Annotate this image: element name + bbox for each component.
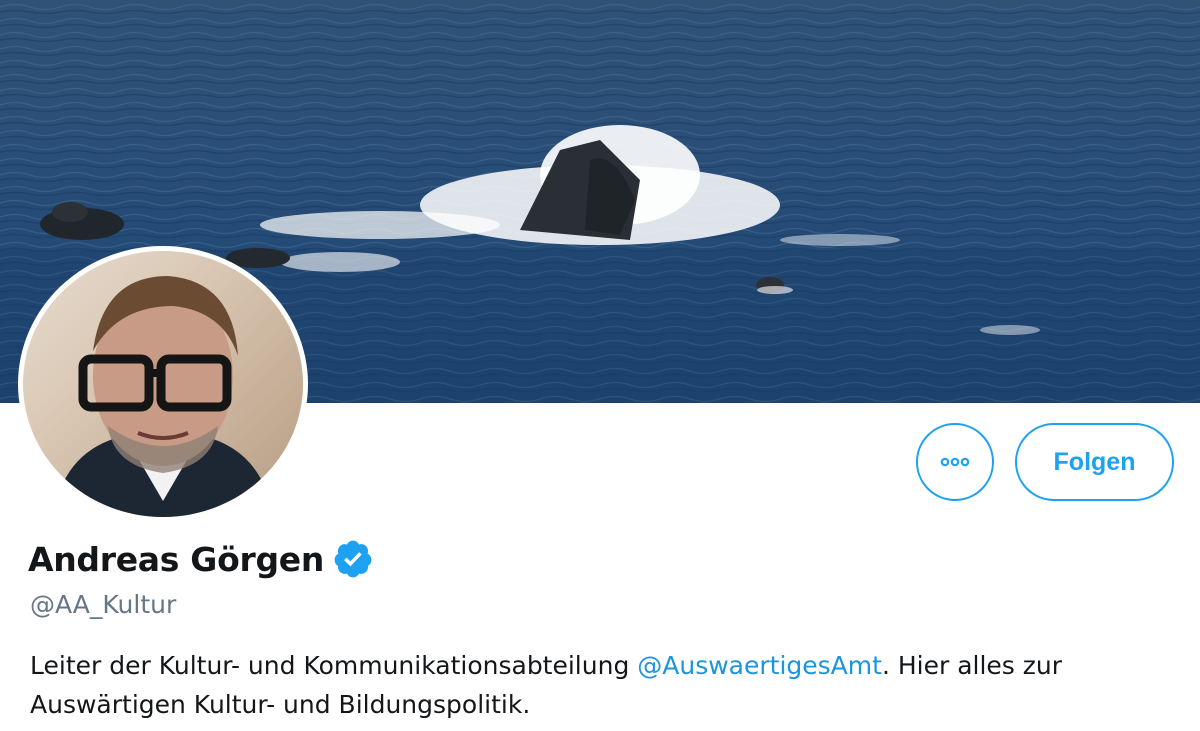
profile-handle: @AA_Kultur: [30, 590, 177, 619]
profile-name: Andreas Görgen: [28, 539, 325, 579]
follow-button[interactable]: Folgen: [1015, 423, 1174, 501]
profile-bio: Leiter der Kultur- und Kommunikationsabt…: [30, 646, 1170, 724]
verified-badge-icon: [332, 538, 374, 580]
profile-avatar[interactable]: [18, 246, 308, 522]
profile-photo: [23, 251, 303, 517]
more-options-button[interactable]: [916, 423, 994, 501]
bio-mention-link[interactable]: @AuswaertigesAmt: [637, 651, 882, 680]
profile-name-row: Andreas Görgen: [28, 538, 374, 580]
more-dots-icon: [940, 457, 970, 467]
bio-text-start: Leiter der Kultur- und Kommunikationsabt…: [30, 651, 638, 680]
